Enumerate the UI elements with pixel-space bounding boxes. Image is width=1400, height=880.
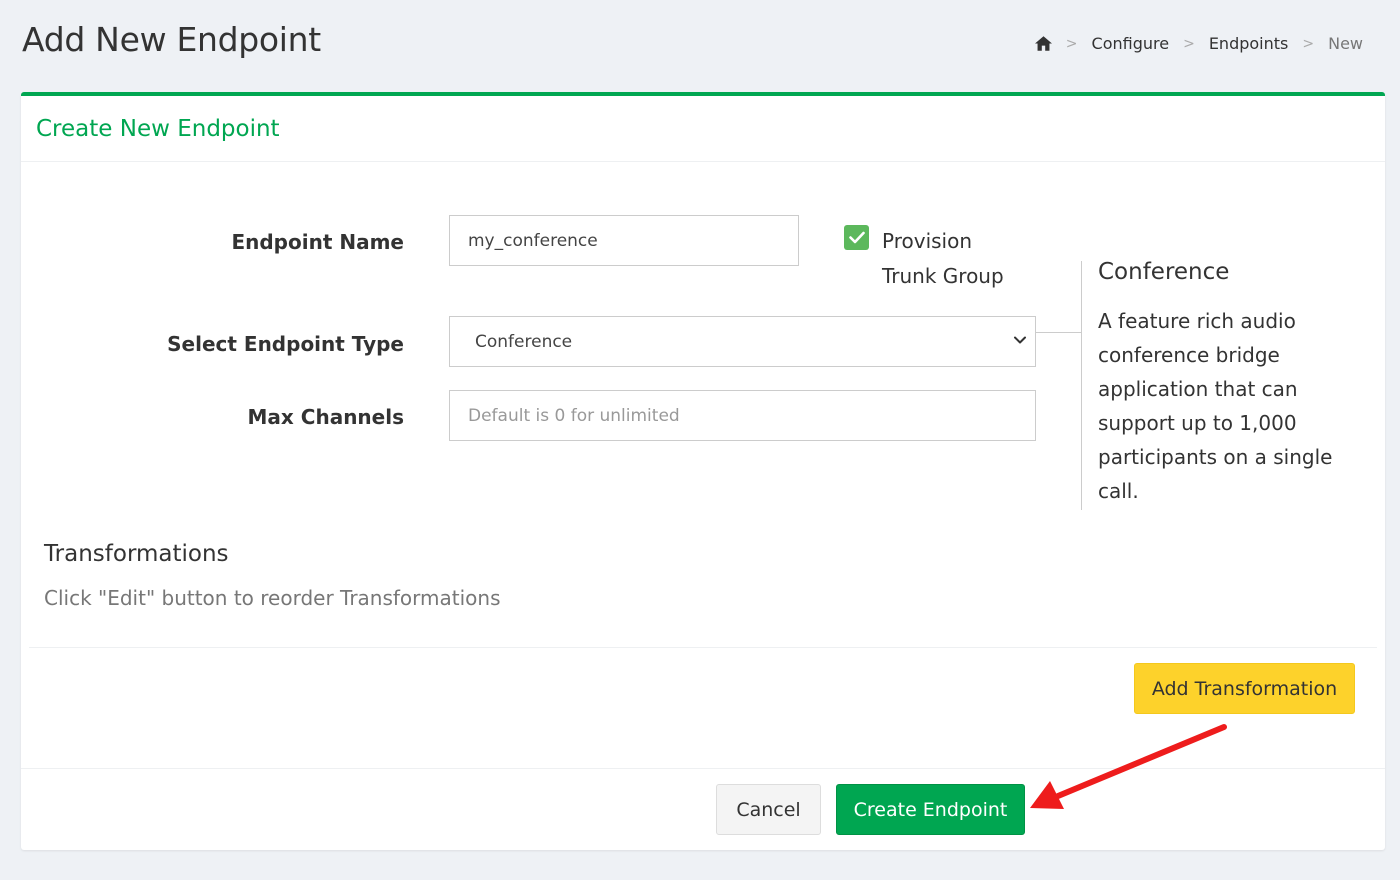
home-icon[interactable] <box>1034 36 1052 51</box>
page: Add New Endpoint > Configure > Endpoints… <box>0 0 1400 880</box>
card-header: Create New Endpoint <box>21 96 1385 162</box>
page-title: Add New Endpoint <box>22 20 321 59</box>
create-endpoint-card: Create New Endpoint Endpoint Name Provis… <box>21 92 1385 850</box>
endpoint-type-selected-value: Conference <box>475 331 573 352</box>
chevron-down-icon <box>1014 336 1026 344</box>
breadcrumb-separator: > <box>1065 35 1078 52</box>
add-transformation-button[interactable]: Add Transformation <box>1134 663 1355 714</box>
cancel-button[interactable]: Cancel <box>716 784 821 835</box>
provision-trunk-group-checkbox[interactable] <box>844 225 869 250</box>
info-connector-line <box>1036 332 1082 333</box>
endpoint-name-label: Endpoint Name <box>231 230 404 254</box>
max-channels-input[interactable] <box>449 390 1036 441</box>
max-channels-label: Max Channels <box>247 405 404 429</box>
endpoint-type-label: Select Endpoint Type <box>167 332 404 356</box>
breadcrumb-separator: > <box>1183 35 1195 52</box>
provision-label-line2: Trunk Group <box>882 264 1004 288</box>
transformations-title: Transformations <box>44 541 229 567</box>
check-icon <box>848 231 865 244</box>
endpoint-name-input[interactable] <box>449 215 799 266</box>
breadcrumb-endpoints[interactable]: Endpoints <box>1209 34 1289 53</box>
transformations-divider <box>29 647 1377 648</box>
create-endpoint-button[interactable]: Create Endpoint <box>836 784 1025 835</box>
info-vertical-line <box>1081 261 1082 510</box>
breadcrumb: > Configure > Endpoints > New <box>1034 34 1363 53</box>
breadcrumb-separator: > <box>1302 35 1315 52</box>
provision-label-line1: Provision <box>882 229 973 253</box>
endpoint-type-select[interactable]: Conference <box>449 316 1036 367</box>
endpoint-type-info-description: A feature rich audio conference bridge a… <box>1098 309 1333 503</box>
endpoint-type-info-title: Conference <box>1098 259 1230 285</box>
card-title: Create New Endpoint <box>36 115 280 142</box>
footer-divider <box>21 768 1385 769</box>
breadcrumb-new: New <box>1328 34 1363 53</box>
transformations-hint: Click "Edit" button to reorder Transform… <box>44 586 501 610</box>
breadcrumb-configure[interactable]: Configure <box>1092 34 1170 53</box>
